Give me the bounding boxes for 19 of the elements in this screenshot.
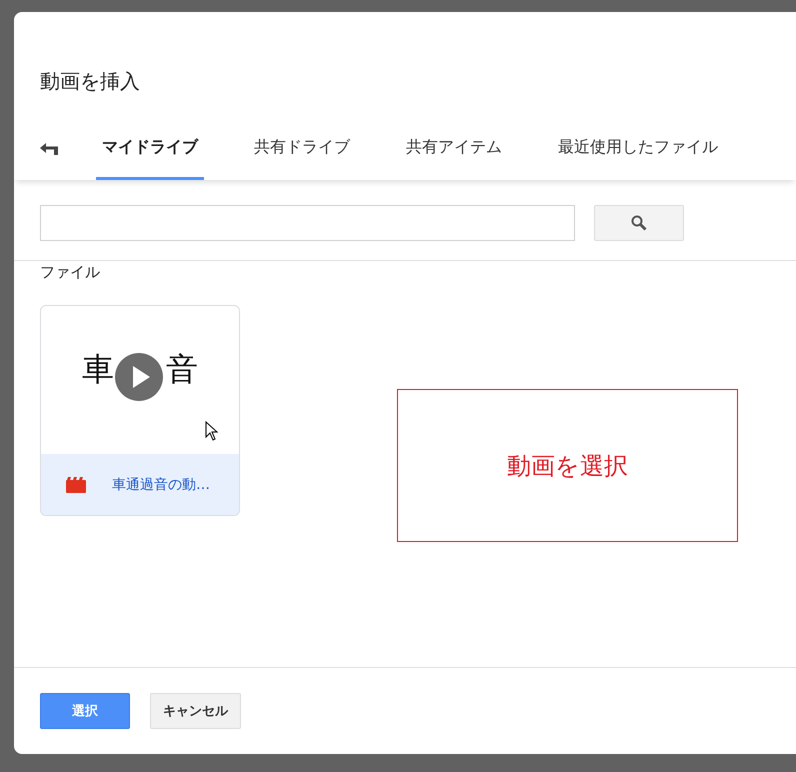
back-arrow-icon (40, 143, 58, 155)
tab[interactable]: 共有アイテム (400, 118, 508, 180)
video-file-icon (66, 476, 86, 492)
tab[interactable]: マイドライブ (96, 118, 204, 180)
video-card[interactable]: 車 音 車通過音の動… (40, 305, 240, 516)
annotation-box: 動画を選択 (397, 389, 738, 542)
search-icon (631, 215, 647, 231)
search-field[interactable] (40, 205, 575, 241)
tab[interactable]: 最近使用したファイル (552, 118, 724, 180)
dialog-title: 動画を挿入 (40, 69, 140, 93)
thumbnail-text: 車 (82, 349, 114, 390)
section-label: ファイル (40, 263, 100, 281)
play-icon[interactable] (115, 353, 163, 401)
cursor-icon (205, 421, 219, 441)
thumbnail-text: 音 (166, 349, 198, 390)
tab[interactable]: 共有ドライブ (248, 118, 356, 180)
file-name: 車通過音の動… (112, 476, 210, 494)
cancel-button[interactable]: キャンセル (150, 693, 241, 729)
search-button[interactable] (594, 205, 684, 241)
